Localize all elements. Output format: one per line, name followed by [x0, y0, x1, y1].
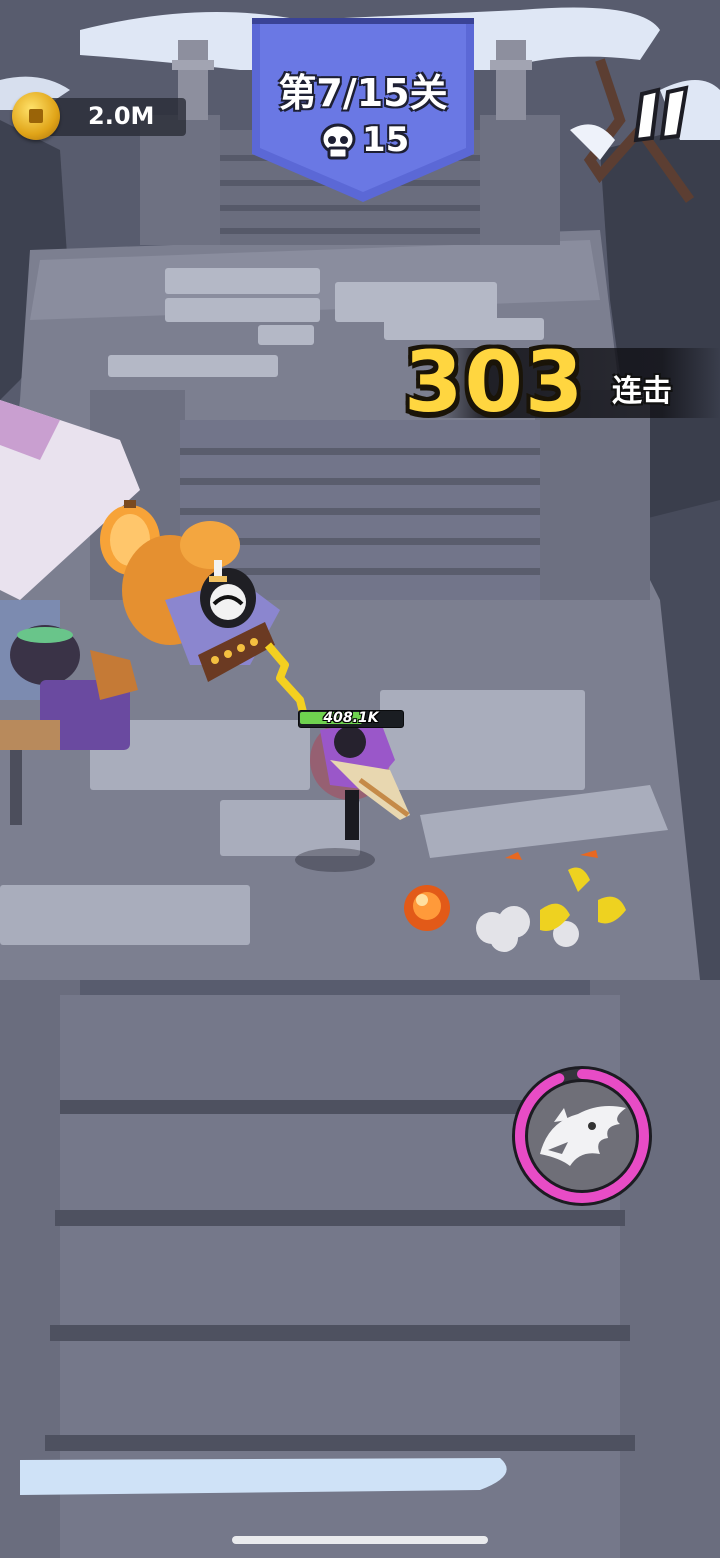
kill-count: 15	[362, 120, 410, 160]
dragon-skill-button[interactable]	[508, 1062, 656, 1210]
pause-icon	[633, 85, 689, 143]
home-indicator[interactable]	[232, 1536, 488, 1544]
game-scene	[0, 0, 720, 1558]
coin-amount: 2.0M	[88, 102, 155, 130]
skill-button-graphic	[512, 1066, 652, 1206]
health-value: 408.1K	[323, 710, 379, 726]
coin-counter: 2.0M	[12, 92, 186, 142]
pause-button[interactable]	[632, 82, 696, 146]
skull-icon	[320, 123, 356, 160]
level-progress: 第7/15关	[278, 71, 448, 115]
kill-counter: 15	[318, 120, 418, 164]
combo-label: 连击	[612, 374, 672, 409]
combo-count: 303	[404, 333, 586, 431]
combo-counter: 303 连击	[400, 336, 720, 428]
coin-icon	[12, 92, 60, 140]
level-banner: 第7/15关 15	[252, 18, 474, 202]
player-health-bar: 408.1K	[298, 708, 404, 728]
